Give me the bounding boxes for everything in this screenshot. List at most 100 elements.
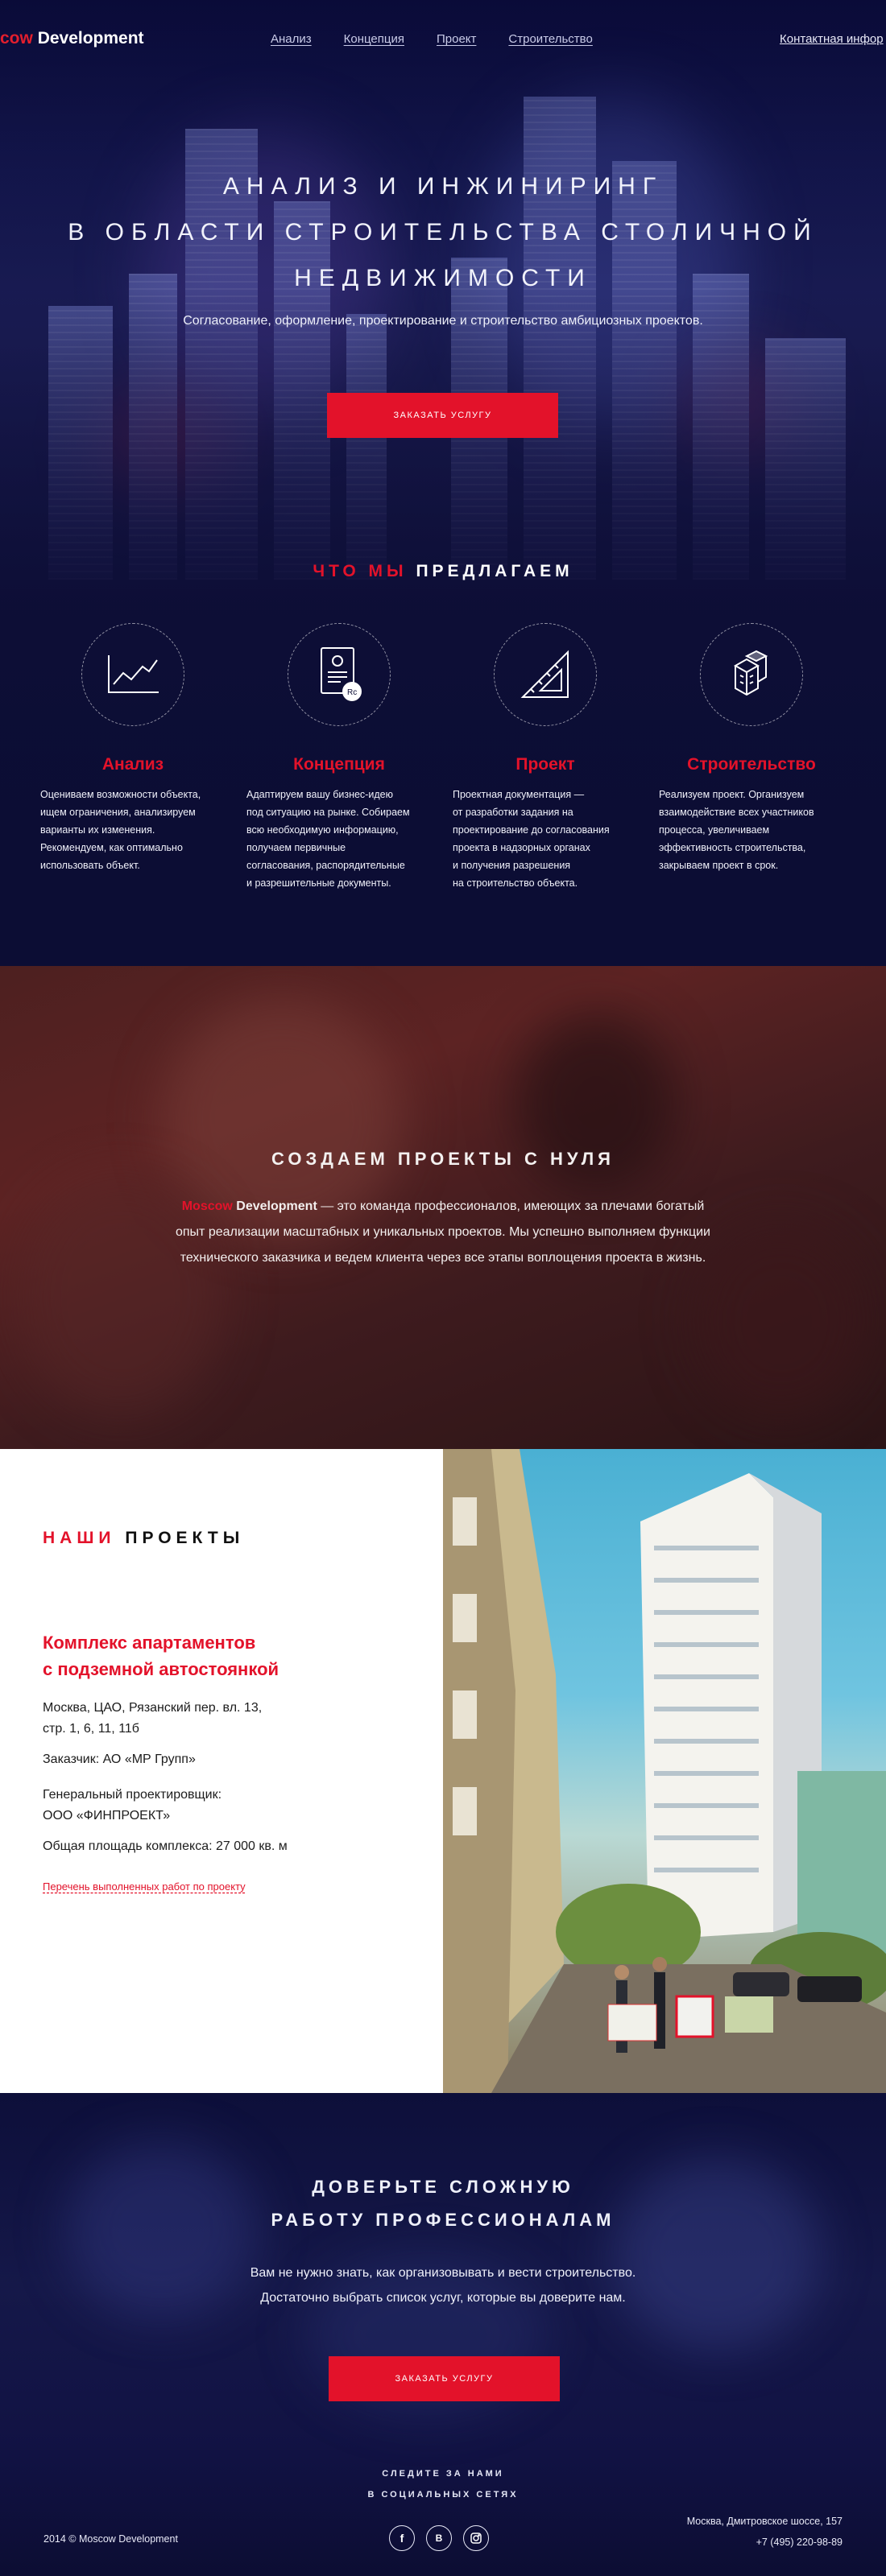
social-heading-line: В СОЦИАЛЬНЫХ СЕТЯХ bbox=[367, 2490, 519, 2500]
projects-heading: НАШИ ПРОЕКТЫ bbox=[43, 1529, 244, 1548]
offer-title: ЧТО МЫ ПРЕДЛАГАЕМ bbox=[0, 562, 886, 581]
service-name: Анализ bbox=[101, 755, 164, 774]
nav-link-construction[interactable]: Строительство bbox=[508, 32, 592, 46]
project-info-panel: НАШИ ПРОЕКТЫ Комплекс апартаментов с под… bbox=[0, 1449, 443, 2093]
team-text-line-1: — это команда профессионалов, имеющих за… bbox=[317, 1199, 705, 1213]
trust-text-line: Достаточно выбрать список услуг, которые… bbox=[260, 2291, 626, 2305]
service-name: Проект bbox=[515, 755, 575, 774]
project-name-line: с подземной автостоянкой bbox=[43, 1659, 279, 1679]
service-line: проекта в надзорных органах bbox=[453, 842, 590, 853]
nav-link-project[interactable]: Проект bbox=[437, 32, 476, 46]
social-heading: СЛЕДИТЕ ЗА НАМИ В СОЦИАЛЬНЫХ СЕТЯХ bbox=[0, 2463, 886, 2505]
social-heading-line: СЛЕДИТЕ ЗА НАМИ bbox=[382, 2469, 504, 2479]
service-line: использовать объект. bbox=[40, 860, 140, 871]
logo[interactable]: cow Development bbox=[0, 29, 144, 48]
service-line: закрываем проект в срок. bbox=[659, 860, 779, 871]
project-address: Москва, ЦАО, Рязанский пер. вл. 13, стр.… bbox=[43, 1698, 262, 1740]
designer-line: ООО «ФИНПРОЕКТ» bbox=[43, 1809, 171, 1823]
svg-text:Rc: Rc bbox=[347, 688, 357, 697]
service-description: Реализуем проект. Организуем взаимодейст… bbox=[659, 786, 844, 874]
service-line: под ситуацию на рынке. Собираем bbox=[246, 807, 410, 818]
hero-section: cow Development Анализ Концепция Проект … bbox=[0, 0, 886, 966]
service-line: Реализуем проект. Организуем bbox=[659, 789, 805, 800]
hero-subtitle: Согласование, оформление, проектирование… bbox=[183, 314, 703, 328]
blocks-icon bbox=[700, 623, 803, 726]
copyright: 2014 © Moscow Development bbox=[43, 2533, 178, 2545]
team-description: Moscow Development — это команда професс… bbox=[105, 1194, 781, 1271]
service-line: Оцениваем возможности объекта, bbox=[40, 789, 201, 800]
service-line: Проектная документация — bbox=[453, 789, 585, 800]
social-links: f B bbox=[389, 2525, 489, 2551]
service-line: взаимодействие всех участников bbox=[659, 807, 814, 818]
trust-section: ДОВЕРЬТЕ СЛОЖНУЮ РАБОТУ ПРОФЕССИОНАЛАМ В… bbox=[0, 2093, 886, 2576]
trust-title-line: РАБОТУ ПРОФЕССИОНАЛАМ bbox=[271, 2210, 615, 2230]
order-service-button-bottom[interactable]: ЗАКАЗАТЬ УСЛУГУ bbox=[329, 2356, 560, 2401]
trust-description: Вам не нужно знать, как организовывать и… bbox=[0, 2260, 886, 2310]
trust-text-line: Вам не нужно знать, как организовывать и… bbox=[250, 2266, 636, 2280]
service-line: согласования, распорядительные bbox=[246, 860, 405, 871]
hero-title: Анализ и инжиниринг в области строительс… bbox=[0, 163, 886, 301]
trust-title-line: ДОВЕРЬТЕ СЛОЖНУЮ bbox=[312, 2177, 574, 2197]
service-description: Адаптируем вашу бизнес-идею под ситуацию… bbox=[246, 786, 432, 892]
nav-link-analysis[interactable]: Анализ bbox=[271, 32, 312, 46]
service-description: Проектная документация — от разработки з… bbox=[453, 786, 638, 892]
service-line: от разработки задания на bbox=[453, 807, 573, 818]
footer-phone[interactable]: +7 (495) 220-98-89 bbox=[687, 2532, 843, 2553]
top-navigation: cow Development Анализ Концепция Проект … bbox=[0, 0, 886, 77]
hero-title-line-2: в области строительства столичной bbox=[68, 219, 818, 246]
project-photo bbox=[443, 1449, 886, 2093]
service-line: и разрешительные документы. bbox=[246, 877, 391, 889]
service-line: ищем ограничения, анализируем bbox=[40, 807, 196, 818]
team-section: СОЗДАЕМ ПРОЕКТЫ С НУЛЯ Moscow Developmen… bbox=[0, 966, 886, 1449]
service-line: всю необходимую информацию, bbox=[246, 824, 399, 836]
service-line: Рекомендуем, как оптимально bbox=[40, 842, 183, 853]
service-name: Концепция bbox=[293, 755, 385, 774]
footer-contacts: Москва, Дмитровское шоссе, 157 +7 (495) … bbox=[687, 2511, 843, 2553]
project-works-link[interactable]: Перечень выполненных работ по проекту bbox=[43, 1880, 246, 1893]
projects-section: НАШИ ПРОЕКТЫ Комплекс апартаментов с под… bbox=[0, 1449, 886, 2093]
footer-address: Москва, Дмитровское шоссе, 157 bbox=[686, 2516, 843, 2527]
nav-link-contacts[interactable]: Контактная инфор bbox=[780, 32, 884, 46]
nav-links: Анализ Концепция Проект Строительство bbox=[271, 32, 593, 46]
certificate-icon: Rc bbox=[288, 623, 391, 726]
service-line: варианты их изменения. bbox=[40, 824, 155, 836]
projects-heading-red: НАШИ bbox=[43, 1529, 116, 1547]
brand-development: Development bbox=[236, 1199, 317, 1213]
service-line: получаем первичные bbox=[246, 842, 346, 853]
team-text-line-3: технического заказчика и ведем клиента ч… bbox=[180, 1251, 706, 1265]
project-area: Общая площадь комплекса: 27 000 кв. м bbox=[43, 1839, 288, 1853]
ruler-triangle-icon bbox=[494, 623, 597, 726]
project-customer: Заказчик: АО «МР Групп» bbox=[43, 1752, 196, 1766]
project-name-line: Комплекс апартаментов bbox=[43, 1633, 256, 1653]
service-line: и получения разрешения bbox=[453, 860, 571, 871]
projects-heading-black: ПРОЕКТЫ bbox=[125, 1529, 245, 1547]
facebook-icon[interactable]: f bbox=[389, 2525, 415, 2551]
service-line: Адаптируем вашу бизнес-идею bbox=[246, 789, 393, 800]
service-line: на строительство объекта. bbox=[453, 877, 578, 889]
designer-line: Генеральный проектировщик: bbox=[43, 1788, 222, 1802]
project-name: Комплекс апартаментов с подземной автост… bbox=[43, 1629, 279, 1682]
nav-link-concept[interactable]: Концепция bbox=[344, 32, 404, 46]
team-title: СОЗДАЕМ ПРОЕКТЫ С НУЛЯ bbox=[271, 1149, 615, 1169]
offer-title-white: ПРЕДЛАГАЕМ bbox=[416, 562, 573, 580]
service-line: процесса, увеличиваем bbox=[659, 824, 770, 836]
address-line: стр. 1, 6, 11, 11б bbox=[43, 1722, 139, 1736]
chart-icon bbox=[81, 623, 184, 726]
logo-development: Development bbox=[37, 29, 144, 47]
team-text-line-2: опыт реализации масштабных и уникальных … bbox=[175, 1225, 710, 1239]
hero-title-line-1: Анализ и инжиниринг bbox=[222, 173, 664, 200]
project-designer: Генеральный проектировщик: ООО «ФИНПРОЕК… bbox=[43, 1785, 222, 1827]
instagram-icon[interactable] bbox=[463, 2525, 489, 2551]
offer-title-red: ЧТО МЫ bbox=[313, 562, 408, 580]
hero-title-line-3: недвижимости bbox=[294, 265, 592, 291]
address-line: Москва, ЦАО, Рязанский пер. вл. 13, bbox=[43, 1701, 263, 1715]
service-line: проектирование до согласования bbox=[453, 824, 610, 836]
brand-moscow: Moscow bbox=[181, 1199, 233, 1213]
logo-moscow: cow bbox=[0, 29, 33, 47]
order-service-button[interactable]: ЗАКАЗАТЬ УСЛУГУ bbox=[327, 393, 558, 438]
vk-icon[interactable]: B bbox=[426, 2525, 452, 2551]
trust-title: ДОВЕРЬТЕ СЛОЖНУЮ РАБОТУ ПРОФЕССИОНАЛАМ bbox=[0, 2170, 886, 2236]
service-description: Оцениваем возможности объекта, ищем огра… bbox=[40, 786, 226, 874]
service-line: эффективность строительства, bbox=[659, 842, 806, 853]
service-name: Строительство bbox=[687, 755, 816, 774]
